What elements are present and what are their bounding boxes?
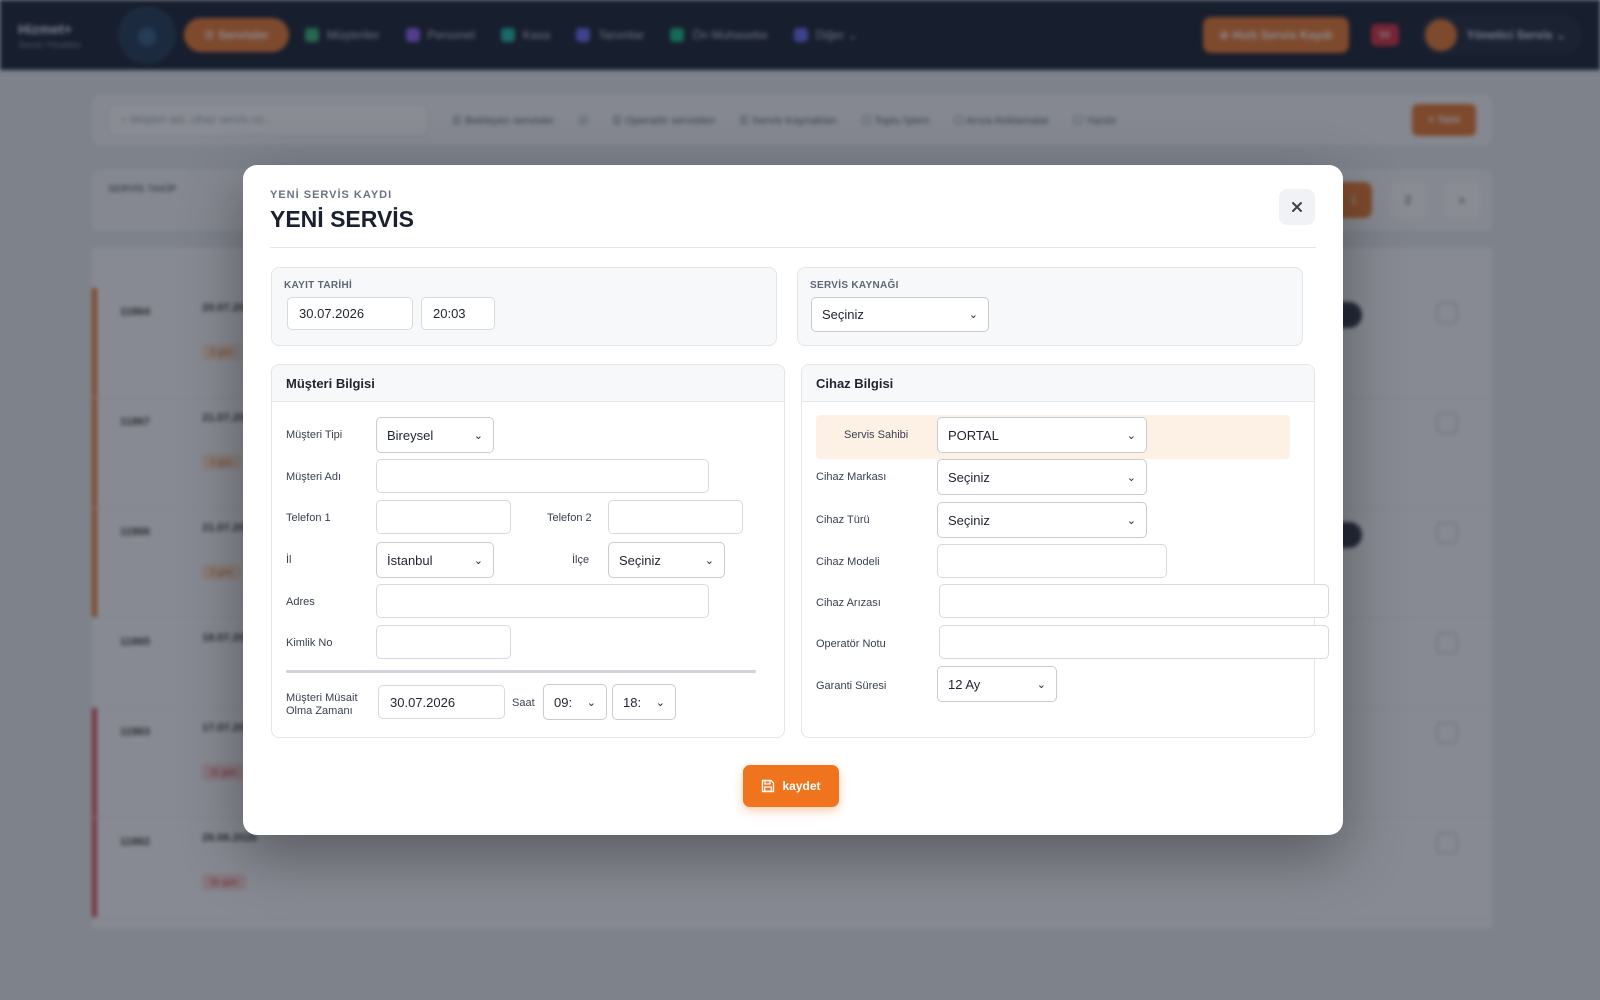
- cihaz-turu-value: Seçiniz: [948, 512, 990, 528]
- garanti-suresi-label: Garanti Süresi: [816, 680, 887, 692]
- floppy-disk-icon: [762, 779, 775, 793]
- ilce-select[interactable]: Seçiniz ⌄: [608, 542, 725, 578]
- chevron-down-icon: ⌄: [1126, 471, 1136, 484]
- il-value: İstanbul: [387, 552, 433, 568]
- il-label: İl: [286, 554, 292, 566]
- cihaz-arizasi-label: Cihaz Arızası: [816, 597, 881, 609]
- musait-zaman-line-2: Olma Zamanı: [286, 705, 353, 717]
- save-button-label: kaydet: [782, 779, 821, 793]
- cihaz-turu-label: Cihaz Türü: [816, 514, 870, 526]
- modal-divider: [270, 247, 1316, 248]
- new-service-modal: YENİ SERVİS KAYDI YENİ SERVİS KAYIT TARİ…: [243, 165, 1343, 835]
- ilce-value: Seçiniz: [619, 552, 661, 568]
- ilce-label: İlçe: [572, 554, 590, 566]
- chevron-down-icon: ⌄: [704, 554, 714, 567]
- modal-title: YENİ SERVİS: [270, 206, 415, 232]
- operator-notu-label: Operatör Notu: [816, 638, 886, 650]
- cihaz-turu-select[interactable]: Seçiniz ⌄: [937, 502, 1147, 538]
- kimlik-no-input[interactable]: [376, 625, 511, 659]
- musteri-bilgisi-panel: Müşteri Bilgisi Müşteri Tipi Bireysel ⌄ …: [271, 364, 785, 738]
- chevron-down-icon: ⌄: [473, 554, 483, 567]
- close-button[interactable]: [1279, 189, 1315, 225]
- close-icon: [1292, 202, 1302, 212]
- cihaz-markasi-value: Seçiniz: [948, 469, 990, 485]
- kayit-tarihi-label: KAYIT TARİHİ: [284, 280, 353, 291]
- servis-kaynagi-select[interactable]: Seçiniz ⌄: [811, 297, 989, 332]
- servis-kaynagi-value: Seçiniz: [822, 307, 864, 322]
- saat-label: Saat: [512, 697, 535, 709]
- servis-kaynagi-card: SERVİS KAYNAĞI Seçiniz ⌄: [797, 267, 1303, 346]
- musait-zaman-line-1: Müşteri Müsait: [286, 692, 358, 704]
- adres-input[interactable]: [376, 584, 709, 618]
- operator-notu-input[interactable]: [939, 625, 1329, 659]
- chevron-down-icon: ⌄: [1036, 678, 1046, 691]
- servis-sahibi-select[interactable]: PORTAL ⌄: [937, 417, 1147, 453]
- musteri-tipi-select[interactable]: Bireysel ⌄: [376, 417, 494, 453]
- cihaz-modeli-input[interactable]: [937, 544, 1167, 578]
- telefon-2-input[interactable]: [608, 500, 743, 534]
- garanti-suresi-value: 12 Ay: [948, 676, 981, 692]
- chevron-down-icon: ⌄: [968, 309, 978, 321]
- cihaz-arizasi-input[interactable]: [939, 584, 1329, 618]
- servis-sahibi-value: PORTAL: [948, 427, 999, 443]
- musteri-adi-label: Müşteri Adı: [286, 471, 342, 483]
- musait-zaman-label: Müşteri Müsait Olma Zamanı: [286, 692, 358, 718]
- cihaz-bilgisi-panel: Cihaz Bilgisi Servis Sahibi PORTAL ⌄ Cih…: [801, 364, 1329, 738]
- il-select[interactable]: İstanbul ⌄: [376, 542, 494, 578]
- telefon-1-input[interactable]: [376, 500, 511, 534]
- servis-kaynagi-label: SERVİS KAYNAĞI: [810, 280, 899, 291]
- kayit-time-input[interactable]: [421, 297, 495, 330]
- musteri-tipi-label: Müşteri Tipi: [286, 429, 343, 441]
- saat-start-select[interactable]: 09: ⌄: [543, 684, 607, 720]
- chevron-down-icon: ⌄: [473, 429, 483, 442]
- musteri-tipi-value: Bireysel: [387, 427, 434, 443]
- musteri-bilgisi-title: Müşteri Bilgisi: [272, 365, 784, 402]
- cihaz-markasi-label: Cihaz Markası: [816, 471, 887, 483]
- section-divider: [286, 670, 756, 673]
- saat-end-select[interactable]: 18: ⌄: [612, 684, 676, 720]
- adres-label: Adres: [286, 596, 315, 608]
- kimlik-no-label: Kimlik No: [286, 637, 333, 649]
- save-button[interactable]: kaydet: [743, 765, 839, 807]
- musteri-adi-input[interactable]: [376, 459, 709, 493]
- kayit-tarihi-card: KAYIT TARİHİ: [271, 267, 777, 346]
- cihaz-bilgisi-title: Cihaz Bilgisi: [802, 365, 1314, 402]
- garanti-suresi-select[interactable]: 12 Ay ⌄: [937, 666, 1057, 702]
- saat-end-value: 18:: [623, 694, 642, 710]
- musait-date-input[interactable]: [378, 685, 505, 719]
- chevron-down-icon: ⌄: [1126, 429, 1136, 442]
- cihaz-modeli-label: Cihaz Modeli: [816, 556, 880, 568]
- telefon-2-label: Telefon 2: [547, 512, 592, 524]
- modal-eyebrow: YENİ SERVİS KAYDI: [270, 189, 393, 201]
- servis-sahibi-label: Servis Sahibi: [844, 429, 909, 441]
- chevron-down-icon: ⌄: [586, 696, 596, 709]
- telefon-1-label: Telefon 1: [286, 512, 331, 524]
- chevron-down-icon: ⌄: [1126, 514, 1136, 527]
- saat-start-value: 09:: [554, 694, 573, 710]
- chevron-down-icon: ⌄: [655, 696, 665, 709]
- cihaz-markasi-select[interactable]: Seçiniz ⌄: [937, 459, 1147, 495]
- kayit-date-input[interactable]: [287, 297, 413, 330]
